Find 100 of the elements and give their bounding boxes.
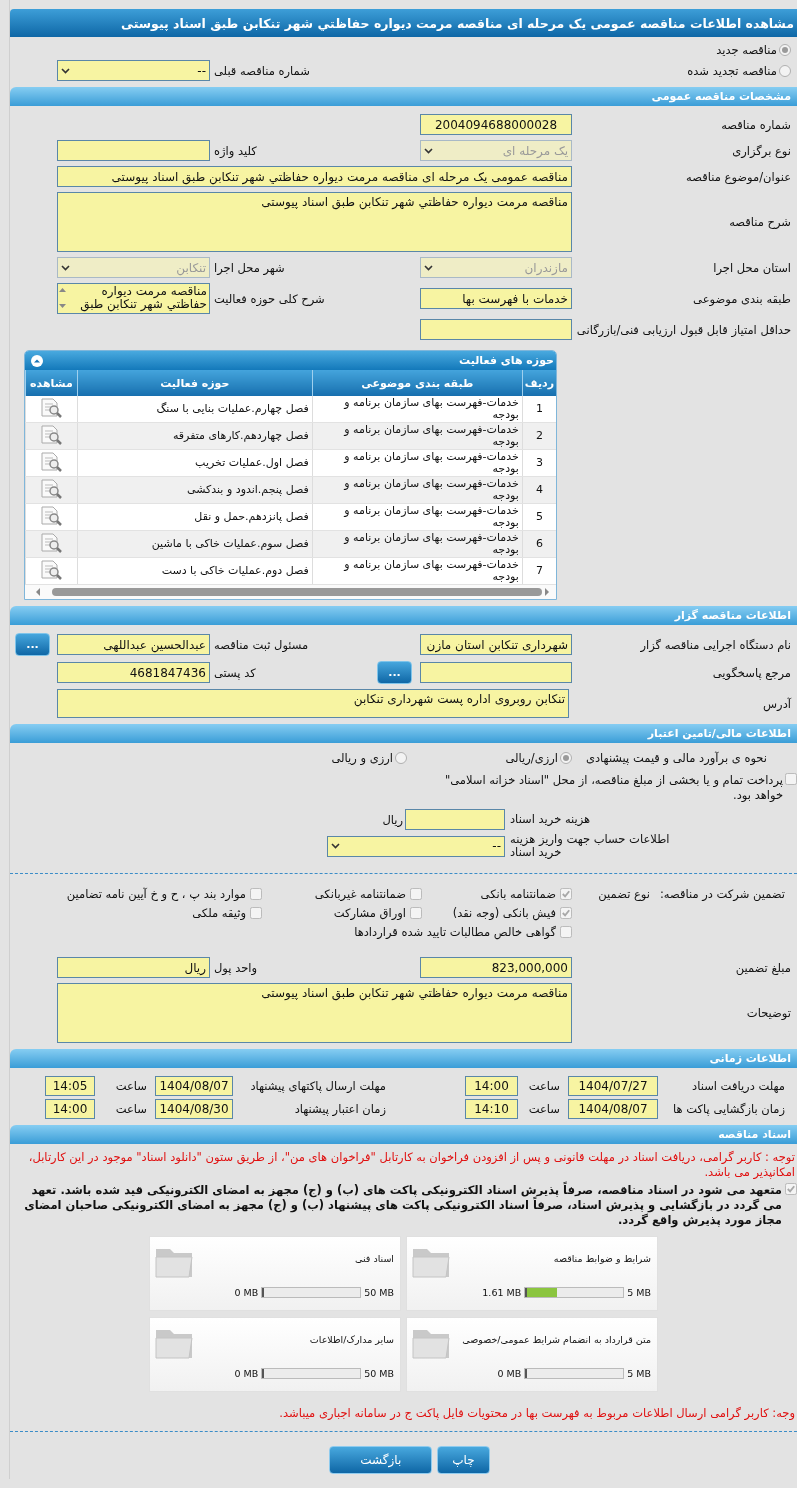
field-label: حداقل امتیاز قابل قبول ارزیابی فنی/بازرگانی: [575, 322, 792, 337]
checkbox[interactable]: [410, 888, 422, 900]
text-area[interactable]: تنکابن روبروی اداره پست شهرداری تنکابن: [57, 689, 569, 718]
table-cell: خدمات-فهرست بهای سازمان برنامه و بودجه: [312, 557, 523, 585]
dropdown[interactable]: --: [327, 835, 505, 857]
radio-label: ارزی/ریالی: [505, 751, 558, 765]
print-button[interactable]: چاپ: [437, 1446, 490, 1474]
date-field[interactable]: 1404/08/07: [155, 1076, 233, 1096]
checkbox[interactable]: [250, 888, 262, 900]
browse-button[interactable]: ...: [377, 661, 412, 684]
file-name: سایر مدارک/اطلاعات: [308, 1334, 394, 1345]
text-field[interactable]: [57, 140, 210, 161]
field-label: اطلاعات حساب جهت واریز هزینه خرید اسناد: [509, 833, 671, 859]
text-field[interactable]: [405, 809, 505, 830]
text-field[interactable]: مناقصه عمومی یک مرحله ای مناقصه مرمت دیواره حفاظتي شهر تنکابن طبق اسناد پیوستی: [57, 166, 572, 187]
document-search-icon[interactable]: [39, 531, 64, 554]
checkbox[interactable]: [785, 773, 797, 785]
field-label: نحوه ی برآورد مالی و قیمت پیشنهادی: [584, 751, 767, 765]
document-search-icon[interactable]: [39, 477, 64, 500]
checkbox-label: فیش بانکی (وجه نقد): [452, 906, 556, 920]
table-cell: 1: [522, 396, 556, 423]
radio-button[interactable]: [779, 44, 791, 56]
size-label: 0 MB: [234, 1368, 259, 1379]
checkbox[interactable]: [785, 1183, 797, 1195]
table-cell: فصل چهاردهم.کارهای متفرقه: [77, 422, 313, 450]
checkbox[interactable]: [560, 888, 572, 900]
field-label: آدرس: [762, 696, 792, 711]
text-field[interactable]: [420, 662, 572, 683]
document-search-icon[interactable]: [39, 423, 64, 446]
radio-label: مناقصه تجدید شده: [687, 63, 777, 78]
back-button[interactable]: بازگشت: [329, 1446, 433, 1474]
section-header: اطلاعات مالی/تامین اعتبار: [10, 724, 797, 743]
checkbox-label: گواهی خالص مطالبات تایید شده قراردادها: [354, 925, 556, 939]
radio-button[interactable]: [395, 752, 407, 764]
unit-label: ریال: [382, 812, 403, 827]
text-field[interactable]: 4681847436: [57, 662, 210, 683]
dropdown[interactable]: --: [57, 60, 210, 81]
caret-icon: [61, 264, 70, 271]
table-cell: 3: [522, 449, 556, 477]
table-cell: فصل سوم.عملیات خاکی با ماشین: [77, 530, 313, 558]
table-cell: فصل اول.عملیات تخریب: [77, 449, 313, 477]
table-cell: خدمات-فهرست بهای سازمان برنامه و بودجه: [312, 503, 523, 531]
file-name: شرایط و ضوابط مناقصه: [552, 1253, 651, 1264]
time-field[interactable]: 14:00: [45, 1099, 95, 1119]
radio-label: ارزی و ریالی: [331, 751, 393, 765]
field-label: مرجع پاسخگویی: [711, 665, 792, 680]
time-field[interactable]: 14:05: [45, 1076, 95, 1096]
checkbox[interactable]: [560, 907, 572, 919]
table-cell: فصل چهارم.عملیات بنایی با سنگ: [77, 396, 313, 423]
text-field[interactable]: شهرداری تنکابن استان مازن: [420, 634, 572, 655]
browse-button[interactable]: ...: [15, 633, 50, 656]
table-cell: 2: [522, 422, 556, 450]
document-search-icon[interactable]: [39, 504, 64, 527]
list-box[interactable]: مناقصه مرمت دیواره حفاظتي شهر تنکابن طبق: [57, 283, 210, 314]
checkbox[interactable]: [560, 926, 572, 938]
date-field[interactable]: 1404/07/27: [568, 1076, 658, 1096]
document-search-icon[interactable]: [39, 558, 64, 581]
document-search-icon[interactable]: [39, 450, 64, 473]
text-field[interactable]: ریال: [57, 957, 210, 978]
time-field[interactable]: 14:10: [465, 1099, 518, 1119]
field-label: مهلت ارسال پاکتهای پیشنهاد: [249, 1079, 386, 1093]
checkbox[interactable]: [250, 907, 262, 919]
field-label: زمان بازگشایی پاکت ها: [672, 1102, 785, 1116]
text-field[interactable]: خدمات با فهرست بها: [420, 288, 572, 309]
checkbox-label: ضمانتنامه بانکی: [480, 887, 556, 901]
notice-text: توجه : کاربر گرامی، دریافت اسناد در مهلت قانونی و پس از افزودن فراخوان به کارتابل "فراخوان های من"، از طریق ستون "دانلود اسناد" موجود در این کارتابل، امکانپذیر می باشد.: [27, 1150, 796, 1180]
section-header: مشخصات مناقصه عمومی: [10, 87, 797, 106]
collapse-icon[interactable]: [31, 354, 43, 367]
size-label: 50 MB: [364, 1368, 394, 1379]
field-label: نوع برگزاری: [731, 143, 792, 158]
field-label: ساعت: [114, 1102, 148, 1116]
radio-button[interactable]: [560, 752, 572, 764]
time-field[interactable]: 14:00: [465, 1076, 518, 1096]
radio-button[interactable]: [779, 64, 791, 77]
text-field[interactable]: 2004094688000028: [420, 114, 572, 135]
date-field[interactable]: 1404/08/30: [155, 1099, 233, 1119]
text-area[interactable]: مناقصه مرمت دیواره حفاظتي شهر تنکابن طبق اسناد پیوستی: [57, 983, 572, 1043]
field-label: شماره مناقصه قبلی: [213, 63, 311, 78]
field-label: مهلت دریافت اسناد: [691, 1079, 785, 1093]
text-field[interactable]: [420, 319, 572, 340]
table-cell: 5: [522, 503, 556, 531]
table-cell: 7: [522, 557, 556, 585]
size-label: 5 MB: [627, 1287, 651, 1298]
table-cell: فصل پانزدهم.حمل و نقل: [77, 503, 313, 531]
field-label: شرح مناقصه: [728, 215, 792, 229]
checkbox[interactable]: [410, 907, 422, 919]
table-cell: خدمات-فهرست بهای سازمان برنامه و بودجه: [312, 449, 523, 477]
column-header: حوزه فعالیت: [77, 370, 313, 396]
text-area[interactable]: مناقصه مرمت دیواره حفاظتي شهر تنکابن طبق اسناد پیوستی: [57, 192, 572, 252]
horizontal-scrollbar[interactable]: [25, 585, 556, 599]
scroll-arrows-icon: [58, 285, 67, 311]
table-cell: 4: [522, 476, 556, 504]
document-search-icon[interactable]: [39, 396, 64, 419]
file-name: اسناد فنی: [354, 1253, 394, 1264]
text-field[interactable]: عبدالحسین عبداللهی: [57, 634, 210, 655]
size-label: 1.61 MB: [482, 1287, 522, 1298]
text-field[interactable]: 823,000,000: [420, 957, 572, 978]
size-label: 0 MB: [234, 1287, 259, 1298]
date-field[interactable]: 1404/08/07: [568, 1099, 658, 1119]
field-label: زمان اعتبار پیشنهاد: [293, 1102, 386, 1116]
